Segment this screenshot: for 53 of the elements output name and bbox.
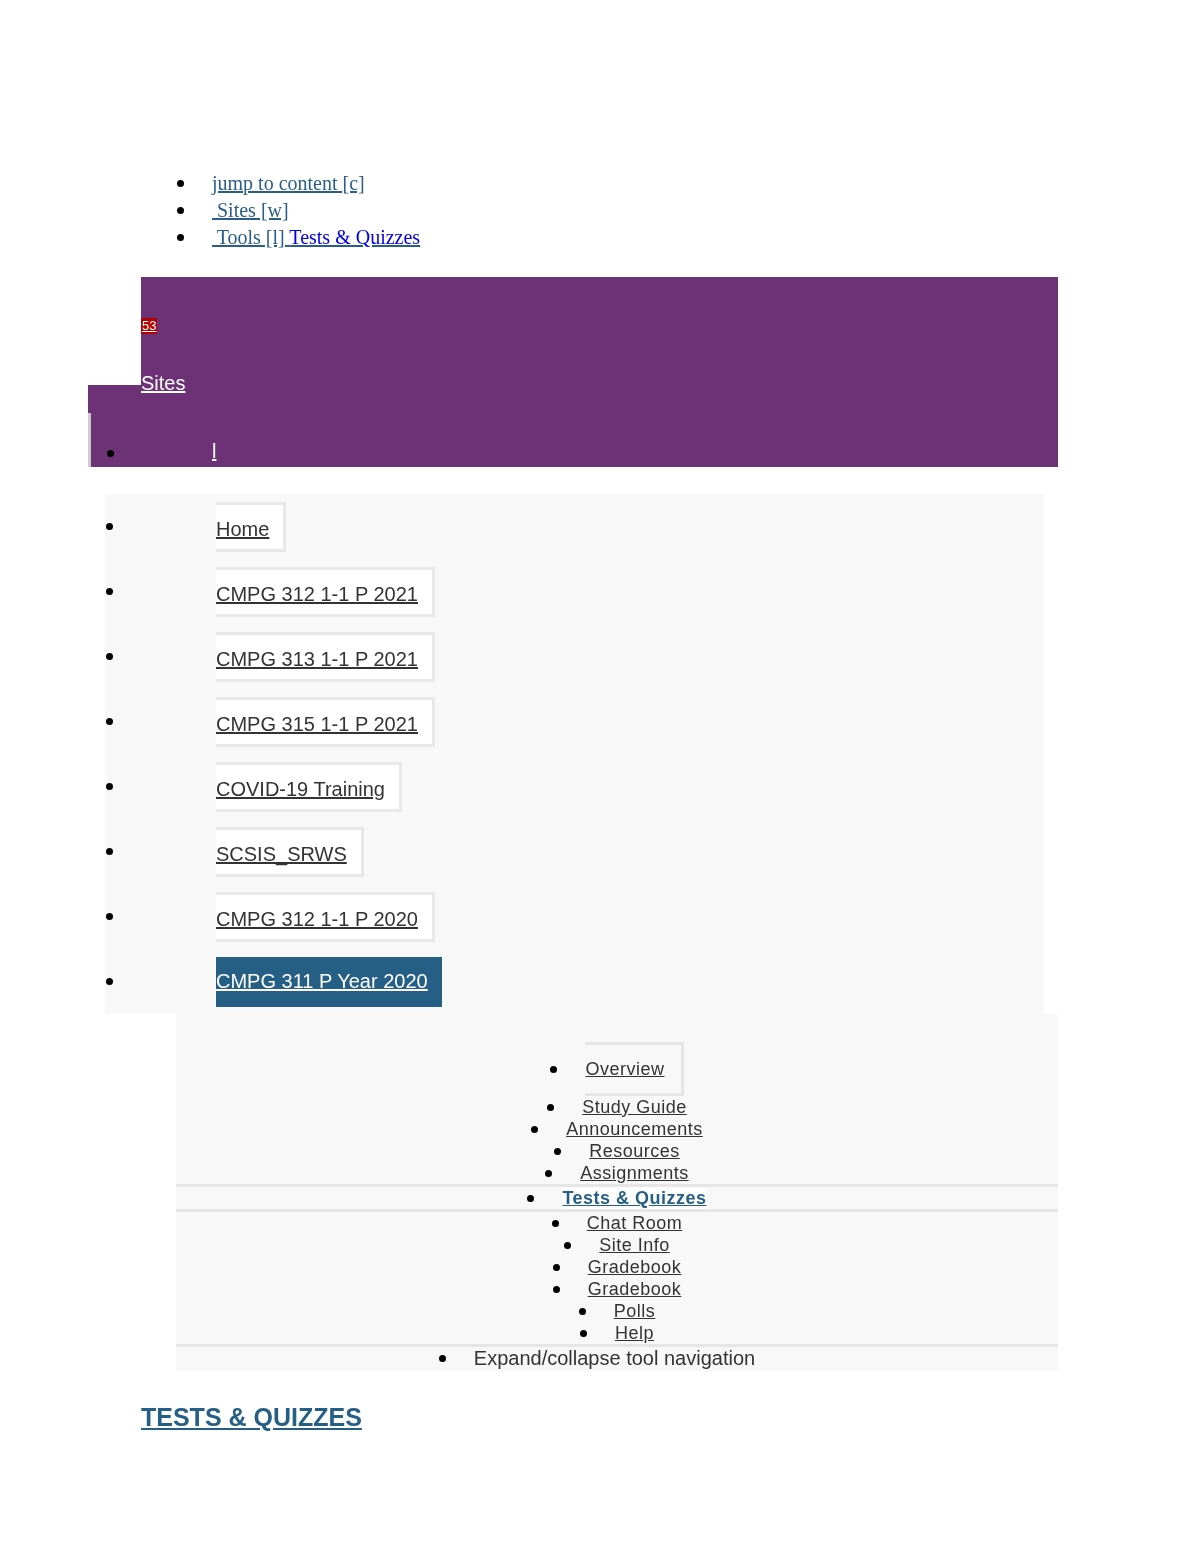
bullet-icon [438,1354,446,1362]
tool-link[interactable]: Study Guide [582,1096,687,1118]
bullet-icon [527,1194,535,1202]
bullet-icon [106,718,113,725]
page-title: TESTS & QUIZZES [141,1402,362,1433]
bullet-icon [551,1219,559,1227]
sites-link[interactable]: Sites [141,372,186,394]
tool-link[interactable]: Gradebook [587,1256,682,1278]
bullet-icon [106,588,113,595]
site-tab[interactable]: CMPG 313 1-1 P 2021 [216,631,435,682]
tool-link[interactable]: Announcements [566,1118,703,1140]
bullet-icon [177,207,184,214]
bullet-icon [106,783,113,790]
bullet-icon [547,1103,555,1111]
tool-link[interactable]: Tests & Quizzes [562,1187,707,1209]
tool-link[interactable]: Overview [585,1042,684,1096]
bullet-icon [552,1285,560,1293]
bullet-icon [550,1065,558,1073]
tool-link[interactable]: Gradebook [587,1278,682,1300]
site-tab[interactable]: SCSIS_SRWS [216,826,364,877]
skip-link[interactable]: Tools [l] Tests & Quizzes [212,224,421,251]
bullet-icon [531,1125,539,1133]
site-tab[interactable]: CMPG 312 1-1 P 2021 [216,566,435,617]
bullet-icon [177,180,184,187]
bullet-icon [106,978,113,985]
menu-link[interactable]: l [212,439,217,463]
tool-link[interactable]: Chat Room [586,1212,683,1234]
skip-link[interactable]: Sites [w] [212,197,289,224]
site-tab[interactable]: CMPG 315 1-1 P 2021 [216,696,435,747]
tool-link[interactable]: Site Info [599,1234,670,1256]
notification-badge[interactable]: 53 [141,318,158,334]
site-tab[interactable]: COVID-19 Training [216,761,402,812]
bullet-icon [177,234,184,241]
tool-link[interactable]: Resources [589,1140,680,1162]
bullet-icon [106,523,113,530]
bullet-icon [107,450,114,457]
bullet-icon [554,1147,562,1155]
bullet-icon [106,913,113,920]
bullet-icon [545,1169,553,1177]
expand-collapse-label[interactable]: Expand/collapse tool navigation [473,1343,756,1373]
bullet-icon [552,1263,560,1271]
tool-link[interactable]: Help [615,1322,654,1344]
tool-link[interactable]: Assignments [580,1162,689,1184]
skip-link[interactable]: jump to content [c] [212,170,365,197]
site-tab[interactable]: CMPG 312 1-1 P 2020 [216,891,435,942]
bullet-icon [580,1329,587,1337]
site-tab[interactable]: Home [216,501,287,552]
bullet-icon [578,1307,586,1315]
bullet-icon [564,1241,572,1249]
site-tab[interactable]: CMPG 311 P Year 2020 [216,956,442,1007]
bullet-icon [106,653,113,660]
tool-link[interactable]: Polls [613,1300,656,1322]
bullet-icon [106,848,113,855]
